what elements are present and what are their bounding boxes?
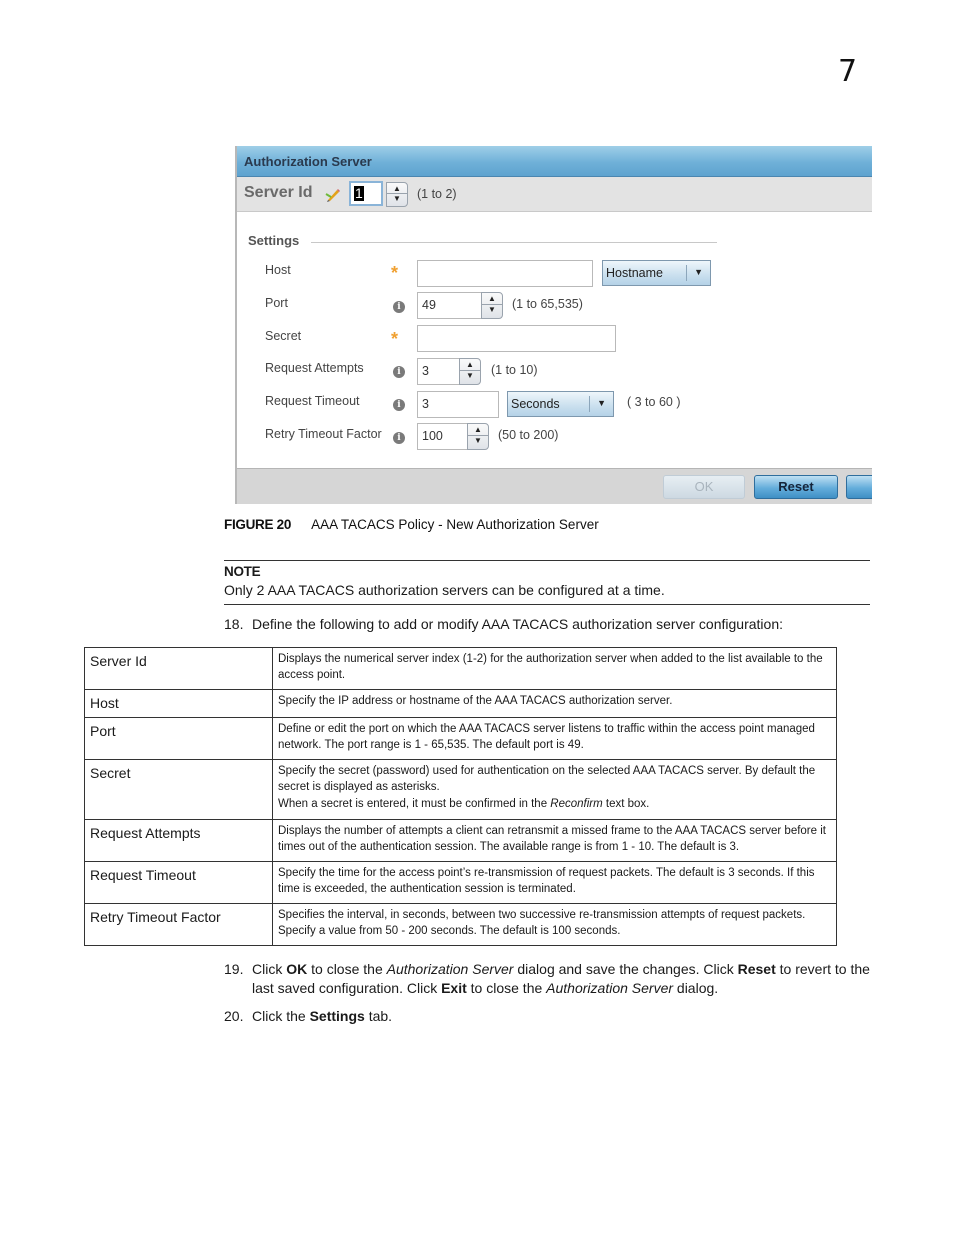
chapter-number: 7 xyxy=(838,54,858,89)
exit-button[interactable] xyxy=(846,475,872,499)
chevron-down-icon: ▼ xyxy=(694,267,703,277)
port-input[interactable]: 49 xyxy=(417,292,483,319)
request-attempts-input[interactable]: 3 xyxy=(417,358,461,385)
settings-divider xyxy=(311,242,717,243)
server-id-spinner[interactable]: ▲ ▼ xyxy=(386,182,408,207)
pencil-edit-icon xyxy=(325,189,340,202)
spinner-down-icon[interactable]: ▼ xyxy=(482,303,502,318)
info-icon: i xyxy=(393,366,405,378)
note-title: NOTE xyxy=(224,564,261,579)
port-label: Port xyxy=(265,296,288,310)
figure-title: AAA TACACS Policy - New Authorization Se… xyxy=(311,517,599,532)
ok-button[interactable]: OK xyxy=(663,475,745,499)
host-input[interactable] xyxy=(417,260,593,287)
info-icon: i xyxy=(393,432,405,444)
param-description: Specify the secret (password) used for a… xyxy=(272,759,837,820)
param-description: Displays the number of attempts a client… xyxy=(272,819,837,862)
info-icon: i xyxy=(393,399,405,411)
param-description: Specify the IP address or hostname of th… xyxy=(272,689,837,718)
secret-label: Secret xyxy=(265,329,302,343)
spinner-down-icon[interactable]: ▼ xyxy=(468,434,488,449)
step-19: 19. Click OK to close the Authorization … xyxy=(224,960,874,1000)
port-spinner[interactable]: ▲ ▼ xyxy=(481,292,503,319)
note-top-rule xyxy=(224,560,870,561)
request-timeout-label: Request Timeout xyxy=(265,394,360,408)
table-row: Request Timeout Specify the time for the… xyxy=(84,861,837,904)
dialog-title: Authorization Server xyxy=(244,154,372,169)
step-20: 20. Click the Settings tab. xyxy=(224,1007,874,1026)
figure-number: FIGURE 20 xyxy=(224,517,292,532)
step-20-text: Click the Settings tab. xyxy=(252,1008,393,1024)
parameter-table: Server Id Displays the numerical server … xyxy=(84,647,837,946)
spinner-down-icon[interactable]: ▼ xyxy=(460,369,480,384)
param-name: Secret xyxy=(84,759,273,820)
table-row: Server Id Displays the numerical server … xyxy=(84,647,837,690)
retry-timeout-factor-range: (50 to 200) xyxy=(498,428,559,442)
server-id-label: Server Id xyxy=(244,184,313,201)
param-description: Define or edit the port on which the AAA… xyxy=(272,717,837,760)
retry-timeout-factor-spinner[interactable]: ▲ ▼ xyxy=(467,423,489,450)
step-18: 18. Define the following to add or modif… xyxy=(224,615,874,634)
note-text: Only 2 AAA TACACS authorization servers … xyxy=(224,582,665,598)
reset-button[interactable]: Reset xyxy=(754,475,838,499)
spinner-down-icon[interactable]: ▼ xyxy=(387,192,407,206)
retry-timeout-factor-label: Retry Timeout Factor xyxy=(265,427,382,441)
param-name: Server Id xyxy=(84,647,273,690)
dialog-title-bar: Authorization Server xyxy=(237,146,872,177)
required-star-icon: * xyxy=(391,329,399,349)
authorization-server-dialog: Authorization Server Server Id 1 ▲ ▼ (1 … xyxy=(235,146,872,504)
param-name: Host xyxy=(84,689,273,718)
figure-caption: FIGURE 20 AAA TACACS Policy - New Authori… xyxy=(224,517,599,532)
note-bottom-rule xyxy=(224,604,870,605)
retry-timeout-factor-input[interactable]: 100 xyxy=(417,423,469,450)
request-timeout-unit-select[interactable]: Seconds ▼ xyxy=(507,391,614,417)
step-18-text: Define the following to add or modify AA… xyxy=(252,616,783,632)
table-row: Host Specify the IP address or hostname … xyxy=(84,689,837,718)
request-timeout-range: ( 3 to 60 ) xyxy=(627,395,681,409)
table-row: Request Attempts Displays the number of … xyxy=(84,819,837,862)
port-range: (1 to 65,535) xyxy=(512,297,583,311)
param-name: Request Timeout xyxy=(84,861,273,904)
param-description: Specifies the interval, in seconds, betw… xyxy=(272,903,837,946)
info-icon: i xyxy=(393,301,405,313)
request-attempts-range: (1 to 10) xyxy=(491,363,538,377)
param-name: Port xyxy=(84,717,273,760)
settings-section-label: Settings xyxy=(248,233,300,248)
host-label: Host xyxy=(265,263,291,277)
host-type-select[interactable]: Hostname ▼ xyxy=(602,260,711,286)
required-star-icon: * xyxy=(391,263,399,283)
param-description: Specify the time for the access point’s … xyxy=(272,861,837,904)
chevron-down-icon: ▼ xyxy=(597,398,606,408)
secret-input[interactable] xyxy=(417,325,616,352)
table-row: Port Define or edit the port on which th… xyxy=(84,717,837,760)
request-timeout-input[interactable]: 3 xyxy=(417,391,499,418)
param-description: Displays the numerical server index (1-2… xyxy=(272,647,837,690)
param-name: Retry Timeout Factor xyxy=(84,903,273,946)
request-attempts-label: Request Attempts xyxy=(265,361,364,375)
step-19-text: Click OK to close the Authorization Serv… xyxy=(252,961,870,996)
server-id-bar: Server Id 1 ▲ ▼ (1 to 2) xyxy=(237,177,872,212)
param-name: Request Attempts xyxy=(84,819,273,862)
server-id-range: (1 to 2) xyxy=(417,187,457,201)
request-attempts-spinner[interactable]: ▲ ▼ xyxy=(459,358,481,385)
table-row: Retry Timeout Factor Specifies the inter… xyxy=(84,903,837,946)
server-id-input[interactable]: 1 xyxy=(349,181,383,206)
table-row: Secret Specify the secret (password) use… xyxy=(84,759,837,820)
dialog-button-bar: OK Reset xyxy=(237,468,872,504)
